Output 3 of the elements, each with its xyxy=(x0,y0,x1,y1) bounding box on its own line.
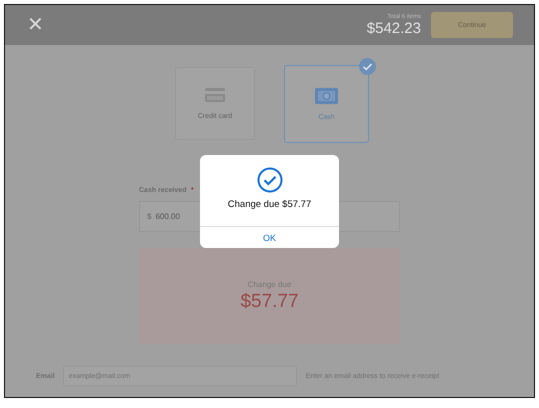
total-amount: $542.23 xyxy=(366,20,421,36)
dialog-message: Change due $57.77 xyxy=(228,199,312,210)
change-due-amount: $57.77 xyxy=(240,290,299,312)
